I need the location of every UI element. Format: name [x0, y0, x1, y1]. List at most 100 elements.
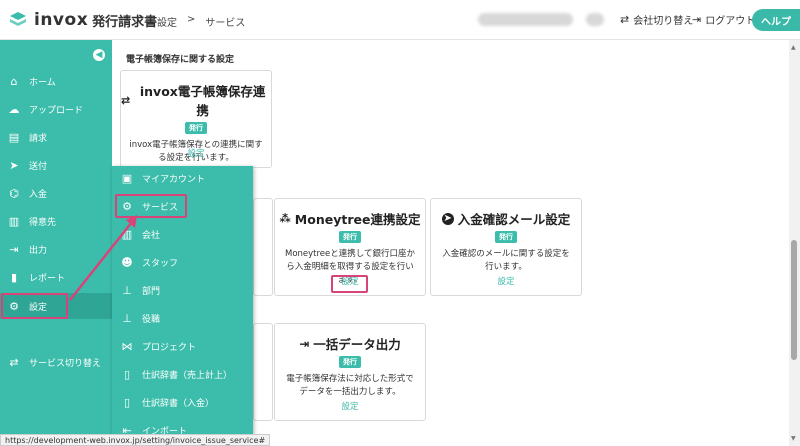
- upload-icon: ☁: [8, 102, 20, 116]
- link-icon: ⇄: [121, 93, 131, 107]
- flyout-item-journal-sales[interactable]: ▯ 仕訳辞書（売上計上）: [112, 362, 253, 386]
- sidebar-item-customers[interactable]: ▥ 得意先: [0, 208, 112, 234]
- sidebar-item-report[interactable]: ▮ レポート: [0, 264, 112, 290]
- flyout-item-project[interactable]: ⋈ プロジェクト: [112, 334, 253, 358]
- flyout-item-label: マイアカウント: [142, 174, 206, 185]
- flyout-item-company[interactable]: ▥ 会社: [112, 222, 253, 246]
- section-title: 電子帳簿保存に関する設定: [126, 55, 235, 65]
- logo-subtitle: 発行請求書: [92, 15, 158, 30]
- flyout-item-label: プロジェクト: [142, 342, 197, 353]
- building-icon: ▥: [8, 214, 20, 228]
- status-bar-url: https://development-web.invox.jp/setting…: [0, 434, 271, 446]
- breadcrumb-item: サービス: [205, 18, 246, 29]
- card-title: ⇥ 一括データ出力: [275, 334, 425, 353]
- breadcrumb: 設定 > サービス: [157, 14, 245, 29]
- logo-icon: [10, 11, 26, 26]
- highlight-service: [115, 194, 187, 218]
- sidebar-item-invoice[interactable]: ▤ 請求: [0, 124, 112, 150]
- card-title-text: Moneytree連携設定: [294, 212, 421, 227]
- sidebar-item-label: ホーム: [29, 77, 56, 88]
- collapse-sidebar-icon[interactable]: ◀: [93, 49, 105, 61]
- org-icon: ⊥: [122, 311, 132, 325]
- user-name-blurred: [478, 13, 573, 26]
- bank-icon: ⌬: [9, 186, 19, 200]
- setting-link[interactable]: 設定: [121, 147, 271, 159]
- switch-icon: ⇄: [9, 355, 19, 369]
- flyout-item-department[interactable]: ⊥ 部門: [112, 278, 253, 302]
- export-icon: ⇥: [299, 336, 310, 351]
- setting-link[interactable]: 設定: [431, 275, 581, 287]
- top-header: invox 発行請求書 設定 > サービス ⇄ 会社切り替え ⇥ ログアウト ヘ…: [0, 0, 800, 40]
- export-icon: ⇥: [9, 242, 19, 256]
- card-hidden-left: [253, 198, 273, 296]
- company-icon: ▥: [121, 227, 133, 241]
- highlight-moneytree-setting: [331, 275, 368, 293]
- highlight-settings: [1, 293, 68, 319]
- card-title-text: 一括データ出力: [313, 337, 401, 352]
- issue-badge: 発行: [339, 356, 361, 368]
- user-extra-blurred: [586, 13, 604, 26]
- card-title: ⁂ Moneytree連携設定: [275, 209, 425, 228]
- setting-link[interactable]: 設定: [275, 400, 425, 412]
- sidebar-item-switch-service[interactable]: ⇄ サービス切り替え: [0, 349, 112, 375]
- project-icon: ⋈: [121, 339, 133, 353]
- book-icon: ▯: [123, 395, 131, 409]
- sidebar-item-label: アップロード: [29, 105, 84, 116]
- help-button[interactable]: ヘルプ: [752, 9, 800, 31]
- chart-icon: ▮: [10, 270, 18, 284]
- book-icon: ▯: [123, 367, 131, 381]
- sidebar-item-payment[interactable]: ⌬ 入金: [0, 180, 112, 206]
- breadcrumb-item[interactable]: 設定: [157, 14, 177, 29]
- sidebar-item-send[interactable]: ➤ 送付: [0, 152, 112, 178]
- sidebar-item-label: サービス切り替え: [29, 358, 102, 369]
- flyout-item-label: 部門: [142, 286, 161, 297]
- scroll-down-arrow[interactable]: ▼: [791, 435, 796, 442]
- flyout-item-label: 仕訳辞書（売上計上）: [142, 370, 233, 381]
- send-icon: ➤: [9, 158, 19, 172]
- card-title: ➤ 入金確認メール設定: [431, 209, 581, 228]
- sidebar-item-upload[interactable]: ☁ アップロード: [0, 96, 112, 122]
- switch-icon: ⇄: [620, 13, 630, 26]
- document-icon: ▤: [8, 130, 20, 144]
- flyout-item-label: スタッフ: [142, 258, 179, 269]
- card-bulk-export: ⇥ 一括データ出力 発行 電子帳簿保存法に対応した形式でデータを一括出力します。…: [274, 323, 426, 421]
- scroll-up-arrow[interactable]: ▲: [791, 44, 796, 51]
- logo[interactable]: invox 発行請求書: [8, 9, 157, 30]
- flyout-item-staff[interactable]: ☻ スタッフ: [112, 250, 253, 274]
- breadcrumb-separator: >: [187, 14, 196, 25]
- send-icon: ➤: [441, 212, 454, 225]
- card-payment-mail: ➤ 入金確認メール設定 発行 入金確認のメールに関する設定を行います。 設定: [430, 198, 582, 296]
- moneytree-icon: ⁂: [279, 212, 291, 225]
- card-description: 入金確認のメールに関する設定を行います。: [442, 249, 570, 272]
- sidebar-item-label: 得意先: [29, 217, 57, 228]
- issue-badge: 発行: [339, 231, 361, 243]
- users-icon: ☻: [121, 255, 133, 269]
- home-icon: ⌂: [10, 74, 18, 88]
- card-title: ⇄ invox電子帳簿保存連携: [121, 81, 271, 119]
- sidebar-item-label: 入金: [29, 189, 48, 200]
- switch-company-link[interactable]: ⇄ 会社切り替え: [620, 12, 693, 27]
- flyout-item-position[interactable]: ⊥ 役職: [112, 306, 253, 330]
- sidebar-item-label: レポート: [29, 273, 66, 284]
- scrollbar[interactable]: ▲ ▼: [789, 40, 800, 446]
- switch-company-label: 会社切り替え: [633, 16, 694, 27]
- scroll-thumb[interactable]: [791, 240, 797, 360]
- flyout-item-label: 会社: [142, 230, 161, 241]
- flyout-item-my-account[interactable]: ▣ マイアカウント: [112, 166, 253, 190]
- issue-badge: 発行: [185, 122, 207, 134]
- issue-badge: 発行: [495, 231, 517, 243]
- logout-link[interactable]: ⇥ ログアウト: [692, 12, 755, 27]
- flyout-item-journal-payment[interactable]: ▯ 仕訳辞書（入金）: [112, 390, 253, 414]
- flyout-item-label: 役職: [142, 314, 161, 325]
- sidebar-item-home[interactable]: ⌂ ホーム: [0, 68, 112, 94]
- logout-label: ログアウト: [705, 16, 756, 27]
- sidebar-item-label: 出力: [29, 245, 48, 256]
- logo-text: invox: [34, 9, 89, 30]
- sidebar-item-output[interactable]: ⇥ 出力: [0, 236, 112, 262]
- card-title-text: invox電子帳簿保存連携: [139, 84, 266, 118]
- logout-icon: ⇥: [692, 13, 702, 26]
- account-icon: ▣: [121, 171, 133, 185]
- org-icon: ⊥: [122, 283, 132, 297]
- card-hidden-left: [253, 323, 273, 421]
- flyout-item-label: 仕訳辞書（入金）: [142, 398, 215, 409]
